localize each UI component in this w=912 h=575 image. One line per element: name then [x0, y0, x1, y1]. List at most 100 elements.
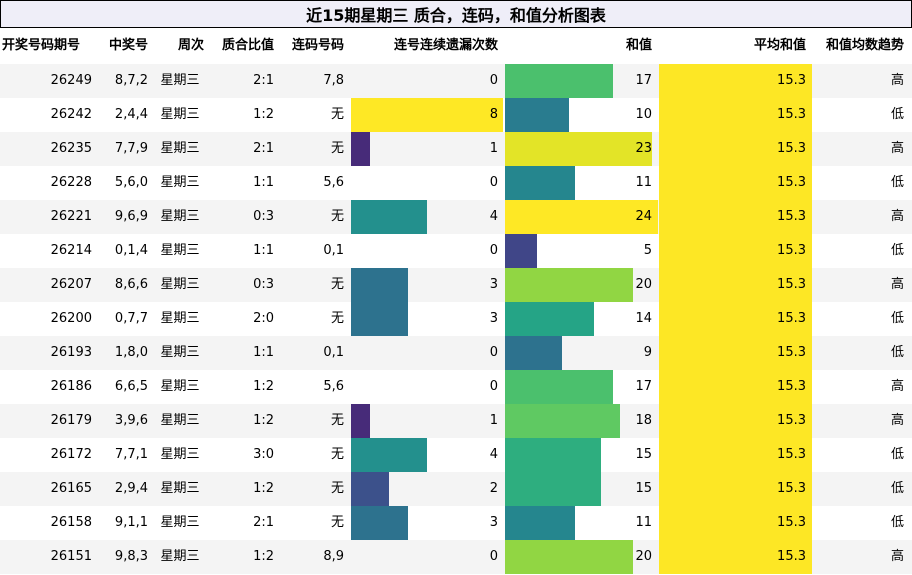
avg-cell: 15.3	[777, 481, 806, 496]
sum-cell: 17	[635, 73, 652, 88]
weekday-cell: 星期三	[160, 73, 200, 88]
table-row: 26165 2,9,4 星期三 1:2 无 2 15 15.3 低	[0, 472, 912, 506]
sum-cell: 18	[635, 413, 652, 428]
weekday-cell: 星期三	[160, 515, 200, 530]
issue-cell: 26200	[50, 311, 92, 326]
trend-cell: 高	[890, 73, 904, 88]
numbers-cell: 0,1,4	[114, 243, 148, 258]
numbers-cell: 8,7,2	[114, 73, 148, 88]
table-row: 26214 0,1,4 星期三 1:1 0,1 0 5 15.3 低	[0, 234, 912, 268]
sum-cell: 15	[635, 447, 652, 462]
miss-cell: 3	[489, 277, 498, 292]
ratio-cell: 1:1	[253, 345, 274, 360]
weekday-cell: 星期三	[160, 413, 200, 428]
miss-cell: 4	[489, 209, 498, 224]
sum-cell: 23	[635, 141, 652, 156]
ratio-cell: 1:2	[253, 413, 274, 428]
consecutive-cell: 0,1	[323, 345, 344, 360]
ratio-cell: 2:1	[253, 141, 274, 156]
consecutive-cell: 无	[330, 107, 344, 122]
miss-cell: 1	[489, 413, 498, 428]
column-header-5: 连码号码	[291, 38, 344, 53]
trend-cell: 低	[890, 515, 904, 530]
avg-cell: 15.3	[777, 73, 806, 88]
trend-cell: 低	[890, 243, 904, 258]
avg-cell: 15.3	[777, 549, 806, 564]
avg-cell: 15.3	[777, 277, 806, 292]
miss-cell: 2	[489, 481, 498, 496]
trend-cell: 高	[890, 379, 904, 394]
miss-cell: 0	[489, 379, 498, 394]
consecutive-cell: 8,9	[323, 549, 344, 564]
consecutive-cell: 无	[330, 515, 344, 530]
table-row: 26151 9,8,3 星期三 1:2 8,9 0 20 15.3 高	[0, 540, 912, 574]
sum-cell: 17	[635, 379, 652, 394]
table-row: 26172 7,7,1 星期三 3:0 无 4 15 15.3 低	[0, 438, 912, 472]
consecutive-cell: 7,8	[323, 73, 344, 88]
issue-cell: 26165	[50, 481, 92, 496]
column-header-7: 和值	[625, 38, 652, 53]
ratio-cell: 1:1	[253, 175, 274, 190]
trend-cell: 低	[890, 345, 904, 360]
table-row: 26200 0,7,7 星期三 2:0 无 3 14 15.3 低	[0, 302, 912, 336]
miss-cell: 4	[489, 447, 498, 462]
table-header: 开奖号码期号 中奖号 周次 质合比值 连码号码 连号连续遗漏次数 和值 平均和值 和值均数趋势	[0, 28, 912, 65]
table-row: 26179 3,9,6 星期三 1:2 无 1 18 15.3 高	[0, 404, 912, 438]
issue-cell: 26158	[50, 515, 92, 530]
numbers-cell: 9,8,3	[114, 549, 148, 564]
trend-cell: 低	[890, 447, 904, 462]
weekday-cell: 星期三	[160, 243, 200, 258]
avg-cell: 15.3	[777, 515, 806, 530]
trend-cell: 低	[890, 175, 904, 190]
miss-cell: 0	[489, 243, 498, 258]
numbers-cell: 7,7,9	[114, 141, 148, 156]
miss-cell: 0	[489, 345, 498, 360]
ratio-cell: 1:2	[253, 549, 274, 564]
avg-cell: 15.3	[777, 413, 806, 428]
issue-cell: 26193	[50, 345, 92, 360]
numbers-cell: 0,7,7	[114, 311, 148, 326]
numbers-cell: 8,6,6	[114, 277, 148, 292]
numbers-cell: 9,1,1	[114, 515, 148, 530]
numbers-cell: 6,6,5	[114, 379, 148, 394]
consecutive-cell: 无	[330, 447, 344, 462]
sum-cell: 5	[643, 243, 652, 258]
sum-cell: 20	[635, 549, 652, 564]
miss-cell: 0	[489, 73, 498, 88]
weekday-cell: 星期三	[160, 311, 200, 326]
weekday-cell: 星期三	[160, 277, 200, 292]
table-row: 26207 8,6,6 星期三 0:3 无 3 20 15.3 高	[0, 268, 912, 302]
miss-cell: 0	[489, 175, 498, 190]
weekday-cell: 星期三	[160, 447, 200, 462]
table-row: 26221 9,6,9 星期三 0:3 无 4 24 15.3 高	[0, 200, 912, 234]
table-row: 26235 7,7,9 星期三 2:1 无 1 23 15.3 高	[0, 132, 912, 166]
avg-cell: 15.3	[777, 107, 806, 122]
numbers-cell: 1,8,0	[114, 345, 148, 360]
sum-cell: 9	[643, 345, 652, 360]
issue-cell: 26151	[50, 549, 92, 564]
weekday-cell: 星期三	[160, 345, 200, 360]
column-header-4: 质合比值	[221, 38, 274, 53]
trend-cell: 高	[890, 549, 904, 564]
consecutive-cell: 5,6	[323, 175, 344, 190]
numbers-cell: 2,9,4	[114, 481, 148, 496]
column-header-9: 和值均数趋势	[825, 38, 904, 53]
column-header-6: 连号连续遗漏次数	[393, 38, 498, 53]
numbers-cell: 2,4,4	[114, 107, 148, 122]
weekday-cell: 星期三	[160, 209, 200, 224]
avg-cell: 15.3	[777, 209, 806, 224]
avg-cell: 15.3	[777, 243, 806, 258]
numbers-cell: 7,7,1	[114, 447, 148, 462]
ratio-cell: 0:3	[253, 209, 274, 224]
avg-cell: 15.3	[777, 379, 806, 394]
consecutive-cell: 无	[330, 141, 344, 156]
trend-cell: 低	[890, 481, 904, 496]
issue-cell: 26207	[50, 277, 92, 292]
issue-cell: 26221	[50, 209, 92, 224]
weekday-cell: 星期三	[160, 549, 200, 564]
issue-cell: 26242	[50, 107, 92, 122]
ratio-cell: 2:1	[253, 515, 274, 530]
weekday-cell: 星期三	[160, 107, 200, 122]
consecutive-cell: 无	[330, 277, 344, 292]
trend-cell: 高	[890, 141, 904, 156]
